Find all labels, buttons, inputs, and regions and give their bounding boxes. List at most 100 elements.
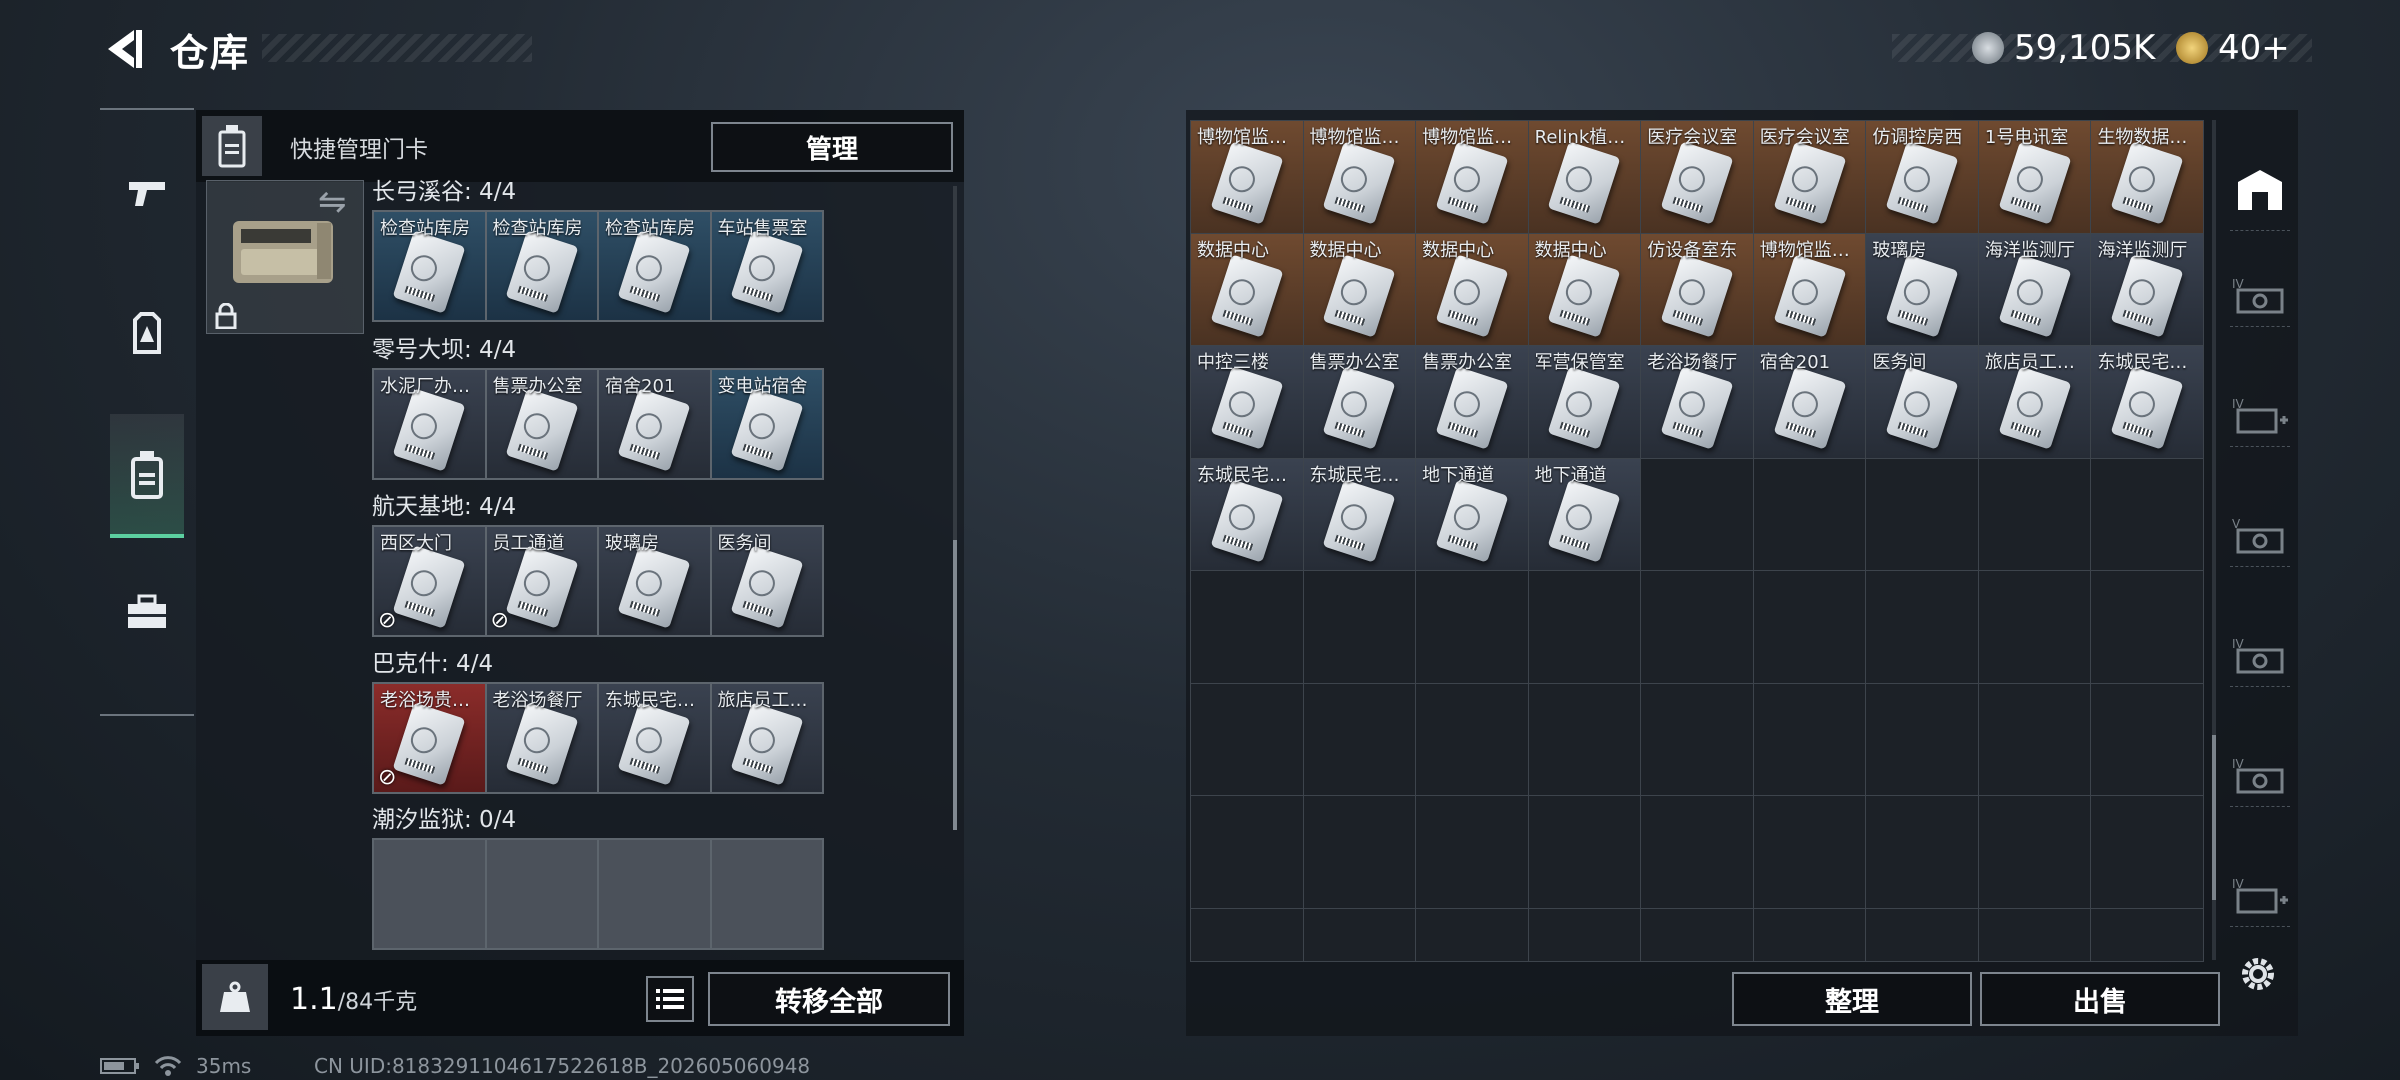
- empty-storage-slot[interactable]: [1641, 683, 1753, 795]
- empty-storage-slot[interactable]: [1191, 908, 1303, 961]
- rail-expand-2[interactable]: V: [2230, 506, 2290, 567]
- storage-item[interactable]: 博物馆监…: [1303, 121, 1416, 233]
- empty-storage-slot[interactable]: [1753, 796, 1866, 908]
- storage-item[interactable]: 数据中心: [1191, 233, 1303, 345]
- storage-item[interactable]: 生物数据…: [2091, 121, 2203, 233]
- empty-storage-slot[interactable]: [1753, 458, 1866, 570]
- transfer-all-button[interactable]: 转移全部: [708, 972, 950, 1026]
- list-view-button[interactable]: [646, 976, 694, 1022]
- nav-armor[interactable]: [110, 272, 184, 392]
- swap-icon[interactable]: ⇋: [318, 182, 347, 222]
- keycard-slot[interactable]: 宿舍201: [599, 370, 710, 478]
- storage-item[interactable]: 医疗会议室: [1641, 121, 1753, 233]
- empty-storage-slot[interactable]: [1191, 796, 1303, 908]
- empty-storage-slot[interactable]: [1416, 908, 1528, 961]
- back-button[interactable]: [98, 24, 148, 74]
- empty-storage-slot[interactable]: [1528, 571, 1641, 683]
- empty-storage-slot[interactable]: [1978, 796, 2091, 908]
- empty-storage-slot[interactable]: [1866, 458, 1978, 570]
- empty-storage-slot[interactable]: [1191, 571, 1303, 683]
- storage-item[interactable]: 数据中心: [1528, 233, 1641, 345]
- keycard-slot[interactable]: 变电站宿舍: [711, 370, 822, 478]
- empty-storage-slot[interactable]: [1641, 458, 1753, 570]
- rail-add-2[interactable]: IV: [2230, 866, 2290, 927]
- empty-storage-slot[interactable]: [1641, 796, 1753, 908]
- empty-storage-slot[interactable]: [1866, 908, 1978, 961]
- rail-add-1[interactable]: IV: [2230, 386, 2290, 447]
- nav-tools[interactable]: [110, 552, 184, 672]
- keycard-slot[interactable]: 老浴场餐厅: [486, 684, 597, 792]
- sort-button[interactable]: 整理: [1732, 972, 1972, 1026]
- keycard-slot[interactable]: 水泥厂办…: [374, 370, 485, 478]
- rail-expand-1[interactable]: IV: [2230, 266, 2290, 327]
- empty-keycard-slot[interactable]: [374, 840, 485, 948]
- storage-item[interactable]: 东城民宅…: [2091, 346, 2203, 458]
- storage-item[interactable]: 售票办公室: [1416, 346, 1528, 458]
- keycard-slot[interactable]: 东城民宅…: [599, 684, 710, 792]
- storage-item[interactable]: 老浴场餐厅: [1641, 346, 1753, 458]
- empty-storage-slot[interactable]: [2091, 796, 2203, 908]
- empty-storage-slot[interactable]: [1528, 908, 1641, 961]
- empty-storage-slot[interactable]: [2091, 571, 2203, 683]
- empty-storage-slot[interactable]: [1866, 683, 1978, 795]
- empty-storage-slot[interactable]: [1978, 683, 2091, 795]
- keycard-slot[interactable]: 检查站库房: [486, 212, 597, 320]
- empty-storage-slot[interactable]: [1978, 908, 2091, 961]
- settings-button[interactable]: [2232, 948, 2284, 1000]
- empty-storage-slot[interactable]: [1978, 458, 2091, 570]
- storage-item[interactable]: 地下通道: [1416, 458, 1528, 570]
- empty-storage-slot[interactable]: [1866, 571, 1978, 683]
- storage-item[interactable]: 医疗会议室: [1753, 121, 1866, 233]
- keycard-slot[interactable]: 玻璃房: [599, 527, 710, 635]
- empty-storage-slot[interactable]: [1978, 571, 2091, 683]
- storage-item[interactable]: 中控三楼: [1191, 346, 1303, 458]
- rail-expand-3[interactable]: IV: [2230, 626, 2290, 687]
- rail-vault[interactable]: [2230, 150, 2290, 231]
- empty-storage-slot[interactable]: [2091, 683, 2203, 795]
- storage-scrollbar-thumb[interactable]: [2212, 735, 2216, 900]
- currency-coins[interactable]: 59,105K: [1972, 26, 2155, 70]
- empty-storage-slot[interactable]: [1416, 683, 1528, 795]
- empty-keycard-slot[interactable]: [486, 840, 597, 948]
- empty-keycard-slot[interactable]: [599, 840, 710, 948]
- empty-keycard-slot[interactable]: [711, 840, 822, 948]
- empty-storage-slot[interactable]: [1416, 796, 1528, 908]
- storage-item[interactable]: 1号电讯室: [1978, 121, 2091, 233]
- sell-button[interactable]: 出售: [1980, 972, 2220, 1026]
- empty-storage-slot[interactable]: [2091, 458, 2203, 570]
- storage-item[interactable]: 仿设备室东: [1641, 233, 1753, 345]
- keycard-slot[interactable]: 车站售票室: [711, 212, 822, 320]
- empty-storage-slot[interactable]: [1303, 796, 1416, 908]
- storage-item[interactable]: 海洋监测厅: [2091, 233, 2203, 345]
- empty-storage-slot[interactable]: [1303, 571, 1416, 683]
- storage-item[interactable]: 东城民宅…: [1191, 458, 1303, 570]
- storage-item[interactable]: 军营保管室: [1528, 346, 1641, 458]
- empty-storage-slot[interactable]: [1753, 683, 1866, 795]
- storage-item[interactable]: 仿调控房西: [1866, 121, 1978, 233]
- left-scrollbar-thumb[interactable]: [953, 540, 957, 830]
- empty-storage-slot[interactable]: [1641, 571, 1753, 683]
- empty-storage-slot[interactable]: [2091, 908, 2203, 961]
- empty-storage-slot[interactable]: [1641, 908, 1753, 961]
- empty-storage-slot[interactable]: [1528, 683, 1641, 795]
- currency-premium[interactable]: 40+: [2176, 26, 2290, 70]
- storage-item[interactable]: 数据中心: [1416, 233, 1528, 345]
- storage-item[interactable]: 旅店员工…: [1978, 346, 2091, 458]
- manage-button[interactable]: 管理: [711, 122, 953, 172]
- keycard-slot[interactable]: 老浴场贵… ⊘: [374, 684, 485, 792]
- storage-item[interactable]: 医务间: [1866, 346, 1978, 458]
- empty-storage-slot[interactable]: [1528, 796, 1641, 908]
- storage-item[interactable]: 数据中心: [1303, 233, 1416, 345]
- keycard-slot[interactable]: 员工通道 ⊘: [486, 527, 597, 635]
- empty-storage-slot[interactable]: [1753, 571, 1866, 683]
- storage-item[interactable]: 博物馆监…: [1191, 121, 1303, 233]
- keycard-slot[interactable]: 西区大门 ⊘: [374, 527, 485, 635]
- nav-keycards[interactable]: [110, 414, 184, 538]
- storage-item[interactable]: 海洋监测厅: [1978, 233, 2091, 345]
- keycard-slot[interactable]: 检查站库房: [374, 212, 485, 320]
- empty-storage-slot[interactable]: [1303, 908, 1416, 961]
- nav-weapons[interactable]: [110, 132, 184, 252]
- storage-item[interactable]: 宿舍201: [1753, 346, 1866, 458]
- rail-expand-4[interactable]: IV: [2230, 746, 2290, 807]
- empty-storage-slot[interactable]: [1303, 683, 1416, 795]
